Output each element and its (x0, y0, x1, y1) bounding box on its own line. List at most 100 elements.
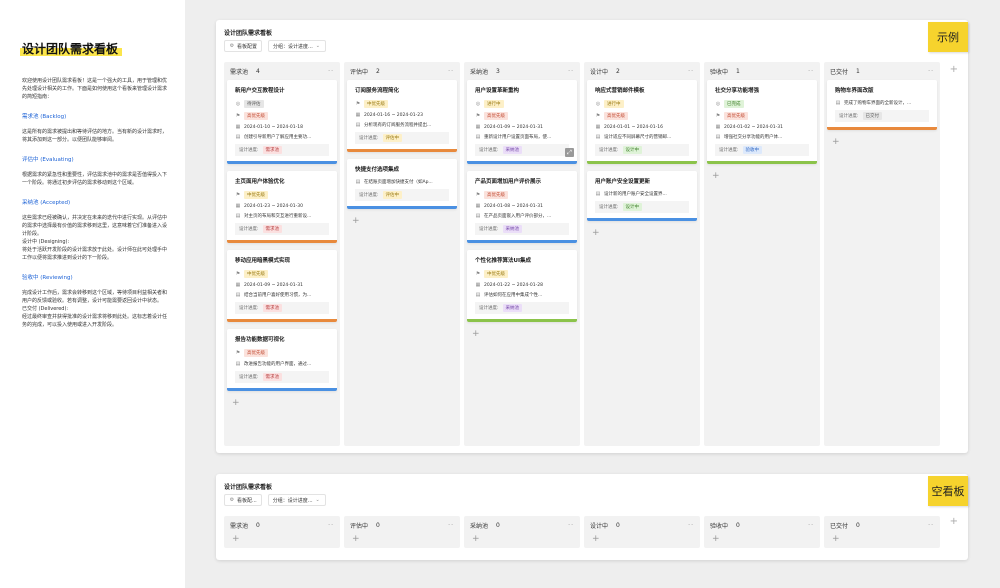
expand-icon[interactable]: ⤢ (565, 148, 574, 157)
card-priority-row: ⚑ 高优先级 (715, 112, 809, 120)
card-design-progress: 设计进度: 需求池 (235, 223, 329, 235)
kanban-card[interactable]: 购物车界面改版 ▤ 完成了购物车界面的全新设计，... 设计进度: 已交付 (827, 80, 937, 130)
card-date: 2024-01-16 ~ 2024-01-23 (364, 112, 423, 118)
design-progress-label: 设计进度: (359, 136, 379, 141)
card-desc-row: ▤ 改进报告功能的用户界面，通过... (235, 361, 329, 367)
lane-name: 需求池 (230, 522, 249, 530)
board-toolbar: ⚙ 看板配置 分组：设计进度... ⌄ (224, 40, 326, 52)
add-card-button[interactable]: + (347, 534, 457, 544)
board-config-button[interactable]: ⚙ 看板配... (224, 494, 262, 506)
kanban-card[interactable]: 个性化推荐算法UI集成 ⚑ 中优先级 ▦ 2024-01-22 ~ 2024-01-28… (467, 250, 577, 322)
board-config-label: 看板配置 (237, 43, 258, 50)
kanban-card[interactable]: 报告功能数据可视化 ⚑ 高优先级 ▤ 改进报告功能的用户界面，通过... 设计进度: 需求池 (227, 329, 337, 391)
kanban-card[interactable]: 用户账户安全设置更新 ▤ 设计新的用户账户安全设置界... 设计进度: 设计中 (587, 171, 697, 221)
board-example: 设计团队需求看板 ⚙ 看板配置 分组：设计进度... ⌄ 示例 需求池 4 ·· 新用… (216, 20, 968, 453)
document-icon: ▤ (835, 100, 841, 106)
tag-badge: 中优先级 (244, 270, 268, 278)
card-desc-row: ▤ 增强社交分享功能的用户体... (715, 134, 809, 140)
card-date-row: ▦ 2024-01-10 ~ 2024-01-18 (235, 124, 329, 130)
card-desc: 创建引导新用户了解应用主要功... (244, 135, 312, 140)
add-lane-button[interactable]: + (950, 516, 958, 527)
chevron-down-icon: ⌄ (315, 497, 320, 503)
card-desc: 设计适应不同屏幕尺寸的营销邮... (604, 135, 672, 140)
flag-icon: ⚑ (595, 113, 601, 119)
more-icon[interactable]: ·· (688, 68, 694, 75)
more-icon[interactable]: ·· (328, 68, 334, 75)
card-date: 2024-01-22 ~ 2024-01-28 (484, 282, 543, 288)
lane-2: 评估中 0 ·· + (344, 516, 460, 548)
more-icon[interactable]: ·· (448, 522, 454, 529)
kanban-card[interactable]: 用户设置革新重构 ◎ 进行中 ⚑ 高优先级 ▦ 2024-01-09 ~ 2024-01-3… (467, 80, 577, 164)
add-card-button[interactable]: + (707, 534, 817, 544)
more-icon[interactable]: ·· (928, 68, 934, 75)
group-select-label: 分组：设计进度... (273, 43, 313, 50)
card-design-progress: 设计进度: 评估中 (355, 132, 449, 144)
card-priority-row: ⚑ 中优先级 (355, 100, 449, 108)
lane-count: 3 (496, 67, 500, 75)
design-progress-label: 设计进度: (239, 375, 259, 380)
card-title: 用户账户安全设置更新 (595, 179, 651, 185)
kanban-card[interactable]: 社交分享功能增强 ◎ 已完成 ⚑ 高优先级 ▦ 2024-01-02 ~ 2024-01-3… (707, 80, 817, 164)
document-icon: ▤ (235, 213, 241, 219)
document-icon: ▤ (595, 134, 601, 140)
board-config-button[interactable]: ⚙ 看板配置 (224, 40, 263, 52)
add-card-button[interactable]: + (827, 534, 937, 544)
more-icon[interactable]: ·· (568, 522, 574, 529)
tag-badge: 高优先级 (244, 349, 268, 357)
card-priority-row: ⚑ 中优先级 (475, 270, 569, 278)
design-progress-label: 设计进度: (839, 114, 859, 119)
more-icon[interactable]: ·· (928, 522, 934, 529)
kanban-card[interactable]: 订阅服务流程简化 ⚑ 中优先级 ▦ 2024-01-16 ~ 2024-01-23 ▤ 分析… (347, 80, 457, 152)
add-card-button[interactable]: + (227, 398, 337, 408)
add-card-button[interactable]: + (707, 171, 817, 181)
more-icon[interactable]: ·· (808, 522, 814, 529)
more-icon[interactable]: ·· (568, 68, 574, 75)
add-card-button[interactable]: + (587, 534, 697, 544)
more-icon[interactable]: ·· (448, 68, 454, 75)
group-select[interactable]: 分组：设计进度... ⌄ (267, 494, 326, 506)
tag-badge: 中优先级 (484, 270, 508, 278)
lane-count: 1 (856, 67, 860, 75)
tag-badge: 中优先级 (244, 191, 268, 199)
lane-header: 设计中 2 ·· (587, 66, 697, 76)
kanban-card[interactable]: 快捷支付选项集成 ▤ 在结账页面增加快捷支付（如Ap... 设计进度: 评估中 (347, 159, 457, 209)
lane-name: 采纳池 (470, 522, 489, 530)
lane-header: 已交付 0 ·· (827, 520, 937, 530)
flag-icon: ⚑ (475, 271, 481, 277)
kanban-card[interactable]: 主页面用户体验优化 ⚑ 中优先级 ▦ 2024-01-23 ~ 2024-01-30 ▤ 对… (227, 171, 337, 243)
doc-section-heading: 需求池 (Backlog) (22, 114, 67, 120)
add-card-button[interactable]: + (347, 216, 457, 226)
more-icon[interactable]: ·· (808, 68, 814, 75)
add-card-button[interactable]: + (467, 534, 577, 544)
lane-1: 需求池 0 ·· + (224, 516, 340, 548)
more-icon[interactable]: ·· (328, 522, 334, 529)
add-card-button[interactable]: + (467, 329, 577, 339)
group-select[interactable]: 分组：设计进度... ⌄ (268, 40, 326, 52)
add-lane-button[interactable]: + (950, 64, 958, 75)
kanban-card[interactable]: 移动应用暗黑模式实现 ⚑ 中优先级 ▦ 2024-01-09 ~ 2024-01-31 ▤… (227, 250, 337, 322)
add-card-button[interactable]: + (227, 534, 337, 544)
lane-header: 评估中 2 ·· (347, 66, 457, 76)
board-toolbar: ⚙ 看板配... 分组：设计进度... ⌄ (224, 494, 326, 506)
document-icon: ▤ (715, 134, 721, 140)
lane-header: 采纳池 3 ·· (467, 66, 577, 76)
card-title: 快捷支付选项集成 (355, 167, 400, 173)
group-select-label: 分组：设计进度... (272, 497, 313, 504)
design-progress-label: 设计进度: (479, 227, 499, 232)
lane-name: 已交付 (830, 522, 849, 530)
lane-4: 设计中 2 ·· 响应式营销邮件模板 ◎ 进行中 ⚑ 高优先级 ▦ 2024-01-01 ~ 20… (584, 62, 700, 446)
kanban-card[interactable]: 响应式营销邮件模板 ◎ 进行中 ⚑ 高优先级 ▦ 2024-01-01 ~ 2024-01-… (587, 80, 697, 164)
kanban-card[interactable]: 新用户交互教程设计 ◎ 待评估 ⚑ 高优先级 ▦ 2024-01-10 ~ 2024-01-… (227, 80, 337, 164)
more-icon[interactable]: ·· (688, 522, 694, 529)
kanban-card[interactable]: 产品页面增加用户评价展示 ⚑ 高优先级 ▦ 2024-01-08 ~ 2024-01-3… (467, 171, 577, 243)
calendar-icon: ▦ (475, 282, 481, 288)
card-title: 主页面用户体验优化 (235, 179, 285, 185)
add-card-button[interactable]: + (587, 228, 697, 238)
card-desc-row: ▤ 完成了购物车界面的全新设计，... (835, 100, 929, 106)
card-design-progress: 设计进度: 设计中 (595, 144, 689, 156)
tag-badge: 已交付 (862, 112, 883, 120)
add-card-button[interactable]: + (827, 137, 937, 147)
doc-section-body: 这些需求已经被确认，并决定在未来的迭代中进行实现。从评估中的需求中选择最有价值的… (22, 215, 168, 261)
calendar-icon: ▦ (595, 124, 601, 130)
document-icon: ▤ (355, 122, 361, 128)
